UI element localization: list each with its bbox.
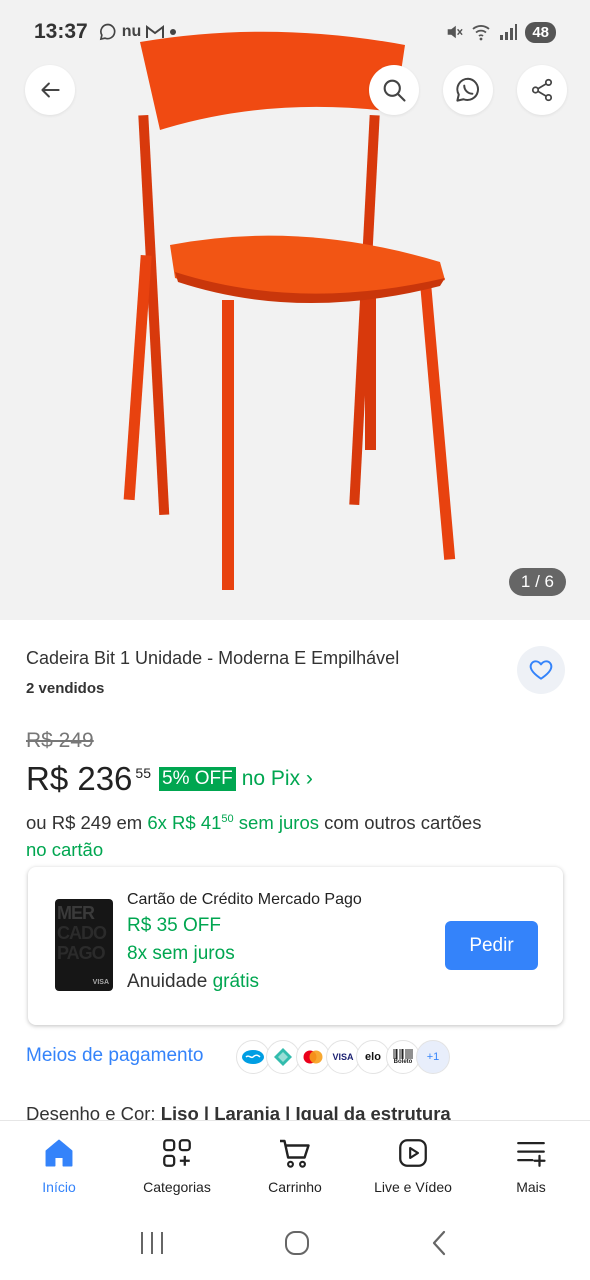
nav-item-carrinho[interactable]: Carrinho (236, 1121, 354, 1210)
installments-suffix: com outros cartões (318, 812, 482, 833)
card-offer-title: Cartão de Crédito Mercado Pago (127, 891, 362, 908)
installments-prefix: ou R$ 249 em (26, 812, 148, 833)
nav-item-mais[interactable]: Mais (472, 1121, 590, 1210)
heart-icon (529, 660, 553, 680)
recent-apps-icon (141, 1231, 164, 1254)
current-price: R$ 236 (26, 760, 133, 797)
back-button[interactable] (25, 65, 75, 115)
price-row: R$ 236 55 5% OFF no Pix › (26, 760, 313, 798)
installments-line2: no cartão (26, 839, 104, 860)
battery-indicator: 48 (525, 21, 556, 43)
card-offer-installments: 8x sem juros (127, 943, 235, 964)
dot-icon (170, 29, 177, 35)
sold-count: 2 vendidos (26, 680, 105, 697)
home-system-button[interactable] (283, 1229, 311, 1262)
credit-card-offer: MER CADO PAGO VISA Cartão de Crédito Mer… (28, 867, 563, 1025)
menu-plus-icon (517, 1141, 546, 1167)
annual-fee-label: Anuidade (127, 971, 213, 992)
mercado-pago-icon (236, 1040, 270, 1074)
nav-label-live-video: Live e Vídeo (374, 1179, 452, 1195)
product-image-gallery[interactable]: 1 / 6 (0, 0, 590, 620)
nu-icon: nu (121, 23, 142, 40)
cart-icon (280, 1139, 310, 1168)
status-time: 13:37 (34, 20, 88, 43)
nav-item-live-video[interactable]: Live e Vídeo (354, 1121, 472, 1210)
nav-item-inicio[interactable]: Início (0, 1121, 118, 1210)
nav-label-mais: Mais (516, 1179, 546, 1195)
nav-label-carrinho: Carrinho (268, 1179, 322, 1195)
nav-label-categorias: Categorias (143, 1179, 211, 1195)
payment-methods-link[interactable]: Meios de pagamento (26, 1045, 203, 1067)
favorite-button[interactable] (517, 646, 565, 694)
card-word-3: PAGO (57, 943, 106, 963)
wifi-icon (472, 25, 490, 41)
annual-fee-value: grátis (212, 971, 260, 992)
gmail-icon (146, 25, 165, 38)
share-button[interactable] (517, 65, 567, 115)
nav-label-inicio: Início (42, 1179, 76, 1195)
product-title: Cadeira Bit 1 Unidade - Moderna E Empilh… (26, 648, 400, 668)
status-bar: 13:37 nu 48 (0, 0, 590, 64)
system-navigation-bar (0, 1210, 590, 1280)
mute-icon (448, 25, 463, 39)
whatsapp-share-button[interactable] (443, 65, 493, 115)
mastercard-icon (296, 1040, 330, 1074)
installments-cents: 50 (221, 813, 234, 825)
chevron-left-icon (432, 1230, 445, 1255)
installments-info[interactable]: ou R$ 249 em 6x R$ 4150 sem juros com ou… (26, 806, 566, 863)
discount-badge: 5% OFF (159, 767, 236, 791)
installments-no-interest: sem juros (233, 812, 319, 833)
mercado-pago-card-image: MER CADO PAGO VISA (55, 899, 113, 991)
home-circle-icon (284, 1230, 309, 1255)
play-icon (399, 1139, 427, 1167)
payment-method-icons[interactable]: VISA elo Boleto +1 (236, 1040, 450, 1074)
system-back-button[interactable] (428, 1229, 452, 1262)
card-brand: VISA (92, 979, 109, 986)
installments-value: 6x R$ 41 (147, 812, 222, 833)
notification-icons: nu (98, 22, 178, 42)
home-icon (45, 1139, 73, 1167)
boleto-label: Boleto (393, 1059, 413, 1065)
card-word-1: MER (57, 903, 95, 923)
product-image-chair (123, 31, 456, 590)
pix-icon (266, 1040, 300, 1074)
card-word-2: CADO (57, 923, 107, 943)
card-offer-discount: R$ 35 OFF (127, 915, 221, 936)
more-payment-methods: +1 (416, 1040, 450, 1074)
bottom-navigation: Início Categorias Carrinho Live e Vídeo … (0, 1120, 590, 1210)
search-icon (383, 79, 406, 102)
whatsapp-icon (456, 77, 479, 102)
nav-item-categorias[interactable]: Categorias (118, 1121, 236, 1210)
original-price: R$ 249 (26, 729, 94, 752)
categories-icon (163, 1139, 191, 1167)
boleto-icon: Boleto (386, 1040, 420, 1074)
pix-link[interactable]: no Pix › (242, 767, 313, 791)
whatsapp-icon (99, 23, 116, 41)
visa-icon: VISA (326, 1040, 360, 1074)
search-button[interactable] (369, 65, 419, 115)
elo-icon: elo (356, 1040, 390, 1074)
signal-icon (500, 24, 518, 40)
arrow-left-icon (41, 82, 60, 98)
current-price-cents: 55 (135, 765, 151, 781)
system-icons: 48 (445, 21, 556, 43)
card-offer-annual-fee: Anuidade grátis (127, 971, 259, 993)
request-card-button[interactable]: Pedir (445, 921, 538, 970)
image-counter: 1 / 6 (508, 568, 566, 596)
share-icon (531, 78, 553, 102)
recent-apps-button[interactable] (138, 1230, 166, 1261)
